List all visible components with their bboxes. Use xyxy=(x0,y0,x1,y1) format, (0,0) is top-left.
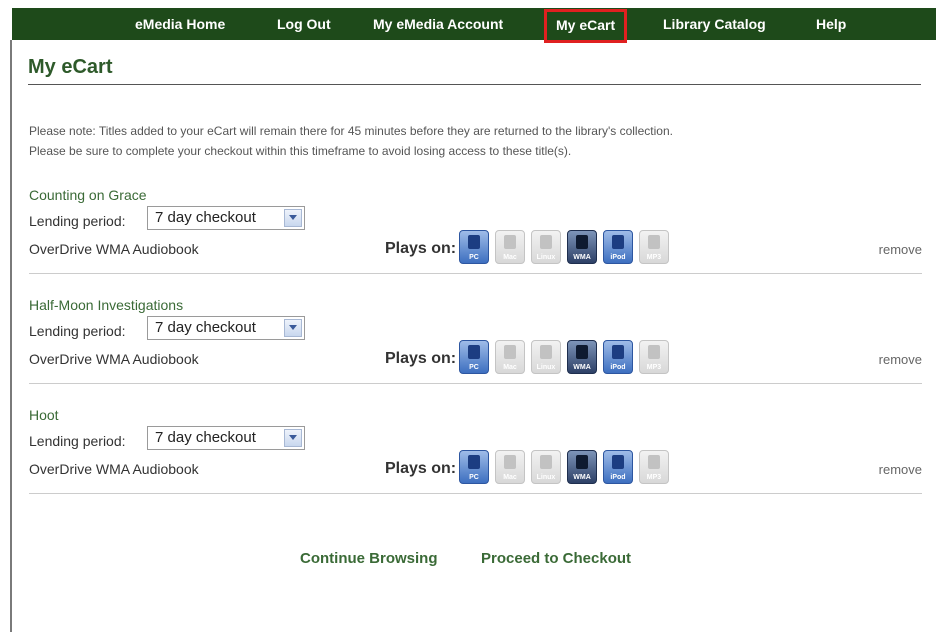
linux-icon-glyph xyxy=(540,345,552,359)
lending-period-select[interactable]: 7 day checkout xyxy=(147,426,305,450)
mac-icon: Mac xyxy=(495,340,525,374)
nav-log-out[interactable]: Log Out xyxy=(277,8,331,40)
wma-player-icon: WMA xyxy=(567,340,597,374)
page: eMedia Home Log Out My eMedia Account My… xyxy=(0,0,936,632)
item-format: OverDrive WMA Audiobook xyxy=(29,351,199,367)
mp3-player-icon-glyph xyxy=(648,235,660,249)
item-divider xyxy=(29,383,922,384)
device-tag: iPod xyxy=(610,474,626,481)
device-tag: iPod xyxy=(610,364,626,371)
device-tag: Mac xyxy=(503,474,517,481)
lending-period-label: Lending period: xyxy=(29,213,126,229)
remove-link[interactable]: remove xyxy=(879,352,922,367)
nav-my-ecart[interactable]: My eCart xyxy=(544,9,628,43)
plays-on-label: Plays on: xyxy=(385,240,457,257)
mac-icon: Mac xyxy=(495,230,525,264)
item-title-link[interactable]: Half-Moon Investigations xyxy=(29,297,183,313)
lending-period-label: Lending period: xyxy=(29,323,126,339)
ipod-icon: iPod xyxy=(603,450,633,484)
wma-player-icon-glyph xyxy=(576,345,588,359)
pc-icon-glyph xyxy=(468,345,480,359)
device-tag: MP3 xyxy=(646,364,662,371)
proceed-to-checkout-link[interactable]: Proceed to Checkout xyxy=(481,550,631,567)
pc-icon-glyph xyxy=(468,235,480,249)
chevron-down-icon[interactable] xyxy=(284,209,302,227)
ipod-icon-glyph xyxy=(612,345,624,359)
ipod-icon: iPod xyxy=(603,230,633,264)
lending-period-value: 7 day checkout xyxy=(155,429,256,446)
top-nav: eMedia Home Log Out My eMedia Account My… xyxy=(12,8,936,43)
linux-icon: Linux xyxy=(531,450,561,484)
device-tag: Linux xyxy=(536,474,556,481)
lending-period-label: Lending period: xyxy=(29,433,126,449)
title-divider xyxy=(28,84,921,85)
left-border xyxy=(10,40,12,632)
mac-icon: Mac xyxy=(495,450,525,484)
item-format: OverDrive WMA Audiobook xyxy=(29,241,199,257)
device-tag: WMA xyxy=(573,474,591,481)
chevron-down-icon[interactable] xyxy=(284,429,302,447)
device-tag: PC xyxy=(469,254,479,261)
wma-player-icon-glyph xyxy=(576,455,588,469)
note-line-1: Please note: Titles added to your eCart … xyxy=(29,124,673,138)
mp3-player-icon-glyph xyxy=(648,455,660,469)
nav-emedia-home[interactable]: eMedia Home xyxy=(135,8,225,40)
device-tag: Linux xyxy=(536,364,556,371)
mac-icon-glyph xyxy=(504,345,516,359)
wma-player-icon: WMA xyxy=(567,450,597,484)
linux-icon-glyph xyxy=(540,455,552,469)
device-tag: PC xyxy=(469,364,479,371)
linux-icon-glyph xyxy=(540,235,552,249)
chevron-down-icon[interactable] xyxy=(284,319,302,337)
mp3-player-icon: MP3 xyxy=(639,450,669,484)
note-line-2: Please be sure to complete your checkout… xyxy=(29,144,572,158)
mp3-player-icon: MP3 xyxy=(639,230,669,264)
device-tag: PC xyxy=(469,474,479,481)
lending-period-value: 7 day checkout xyxy=(155,209,256,226)
pc-icon: PC xyxy=(459,230,489,264)
device-tag: WMA xyxy=(573,254,591,261)
mac-icon-glyph xyxy=(504,455,516,469)
item-divider xyxy=(29,273,922,274)
wma-player-icon: WMA xyxy=(567,230,597,264)
device-tag: Mac xyxy=(503,254,517,261)
nav-library-catalog[interactable]: Library Catalog xyxy=(663,8,766,40)
page-title: My eCart xyxy=(28,56,113,78)
lending-period-select[interactable]: 7 day checkout xyxy=(147,206,305,230)
continue-browsing-link[interactable]: Continue Browsing xyxy=(300,550,438,567)
plays-on-label: Plays on: xyxy=(385,460,457,477)
item-format: OverDrive WMA Audiobook xyxy=(29,461,199,477)
item-title-link[interactable]: Counting on Grace xyxy=(29,187,147,203)
mp3-player-icon-glyph xyxy=(648,345,660,359)
lending-period-value: 7 day checkout xyxy=(155,319,256,336)
item-divider xyxy=(29,493,922,494)
device-tag: Mac xyxy=(503,364,517,371)
pc-icon: PC xyxy=(459,340,489,374)
linux-icon: Linux xyxy=(531,340,561,374)
nav-my-emedia-account[interactable]: My eMedia Account xyxy=(373,8,503,40)
nav-help[interactable]: Help xyxy=(816,8,846,40)
mp3-player-icon: MP3 xyxy=(639,340,669,374)
device-tag: MP3 xyxy=(646,474,662,481)
wma-player-icon-glyph xyxy=(576,235,588,249)
remove-link[interactable]: remove xyxy=(879,242,922,257)
item-title-link[interactable]: Hoot xyxy=(29,407,59,423)
ipod-icon-glyph xyxy=(612,235,624,249)
device-tag: Linux xyxy=(536,254,556,261)
device-tag: WMA xyxy=(573,364,591,371)
plays-on-label: Plays on: xyxy=(385,350,457,367)
remove-link[interactable]: remove xyxy=(879,462,922,477)
linux-icon: Linux xyxy=(531,230,561,264)
mac-icon-glyph xyxy=(504,235,516,249)
ipod-icon: iPod xyxy=(603,340,633,374)
pc-icon: PC xyxy=(459,450,489,484)
device-tag: iPod xyxy=(610,254,626,261)
device-tag: MP3 xyxy=(646,254,662,261)
lending-period-select[interactable]: 7 day checkout xyxy=(147,316,305,340)
pc-icon-glyph xyxy=(468,455,480,469)
ipod-icon-glyph xyxy=(612,455,624,469)
